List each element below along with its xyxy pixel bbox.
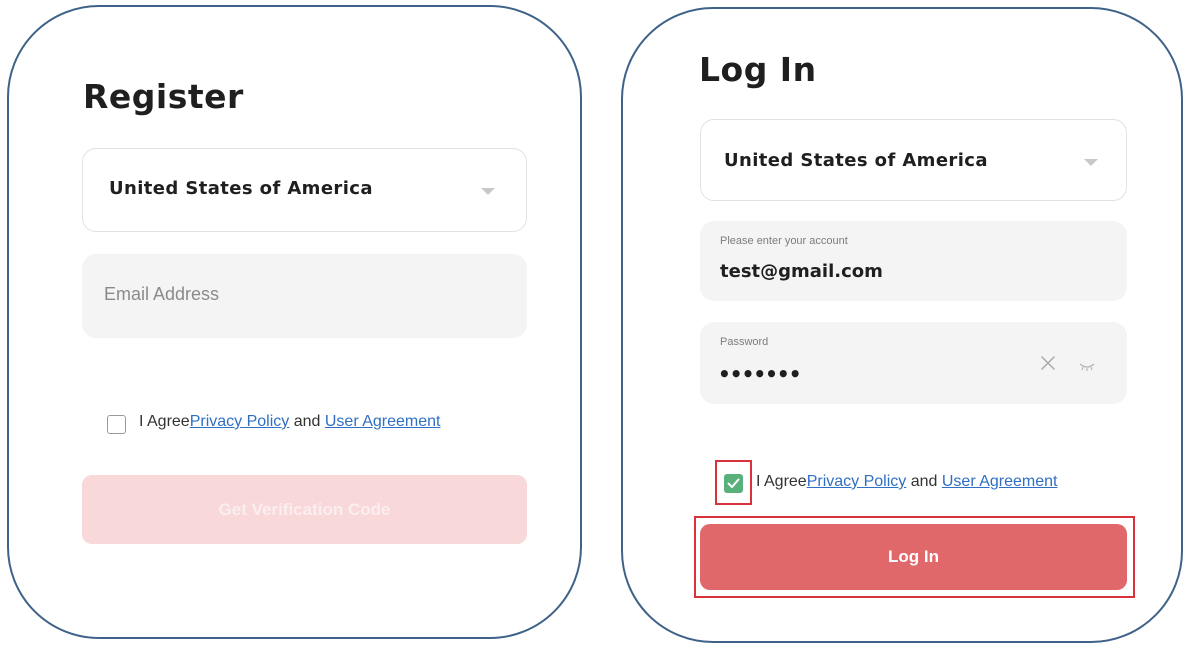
agree-checkbox[interactable] [724, 474, 743, 493]
account-value: test@gmail.com [720, 261, 883, 282]
account-field[interactable]: Please enter your account test@gmail.com [700, 221, 1127, 301]
country-select[interactable]: United States of America [700, 119, 1127, 201]
and-text: and [289, 413, 325, 430]
and-text: and [906, 473, 942, 490]
agree-row: I Agree Privacy Policy and User Agreement [139, 413, 440, 431]
register-panel: Register United States of America Email … [7, 5, 582, 639]
chevron-down-icon [1084, 159, 1098, 166]
account-label: Please enter your account [720, 235, 848, 247]
user-agreement-link[interactable]: User Agreement [325, 413, 441, 431]
password-label: Password [720, 336, 769, 348]
login-panel: Log In United States of America Please e… [621, 7, 1183, 643]
user-agreement-link[interactable]: User Agreement [942, 473, 1058, 491]
country-select-value: United States of America [109, 178, 373, 199]
agree-checkbox[interactable] [107, 415, 126, 434]
country-select-value: United States of America [724, 150, 988, 171]
eye-closed-icon[interactable] [1079, 359, 1095, 377]
register-title: Register [83, 77, 244, 116]
password-field[interactable]: Password ••••••• [700, 322, 1127, 404]
chevron-down-icon [481, 188, 495, 195]
close-icon[interactable] [1041, 356, 1055, 375]
country-select[interactable]: United States of America [82, 148, 527, 232]
login-button[interactable]: Log In [700, 524, 1127, 590]
email-placeholder: Email Address [104, 284, 220, 304]
agree-prefix: I Agree [139, 413, 190, 430]
privacy-policy-link[interactable]: Privacy Policy [190, 413, 290, 431]
get-verification-code-button[interactable]: Get Verification Code [82, 475, 527, 544]
email-field[interactable]: Email Address [82, 254, 527, 338]
agree-prefix: I Agree [756, 473, 807, 490]
agree-row: I Agree Privacy Policy and User Agreement [756, 473, 1057, 491]
privacy-policy-link[interactable]: Privacy Policy [807, 473, 907, 491]
login-title: Log In [699, 50, 817, 89]
password-value: ••••••• [718, 362, 801, 386]
checkmark-icon [727, 478, 740, 488]
